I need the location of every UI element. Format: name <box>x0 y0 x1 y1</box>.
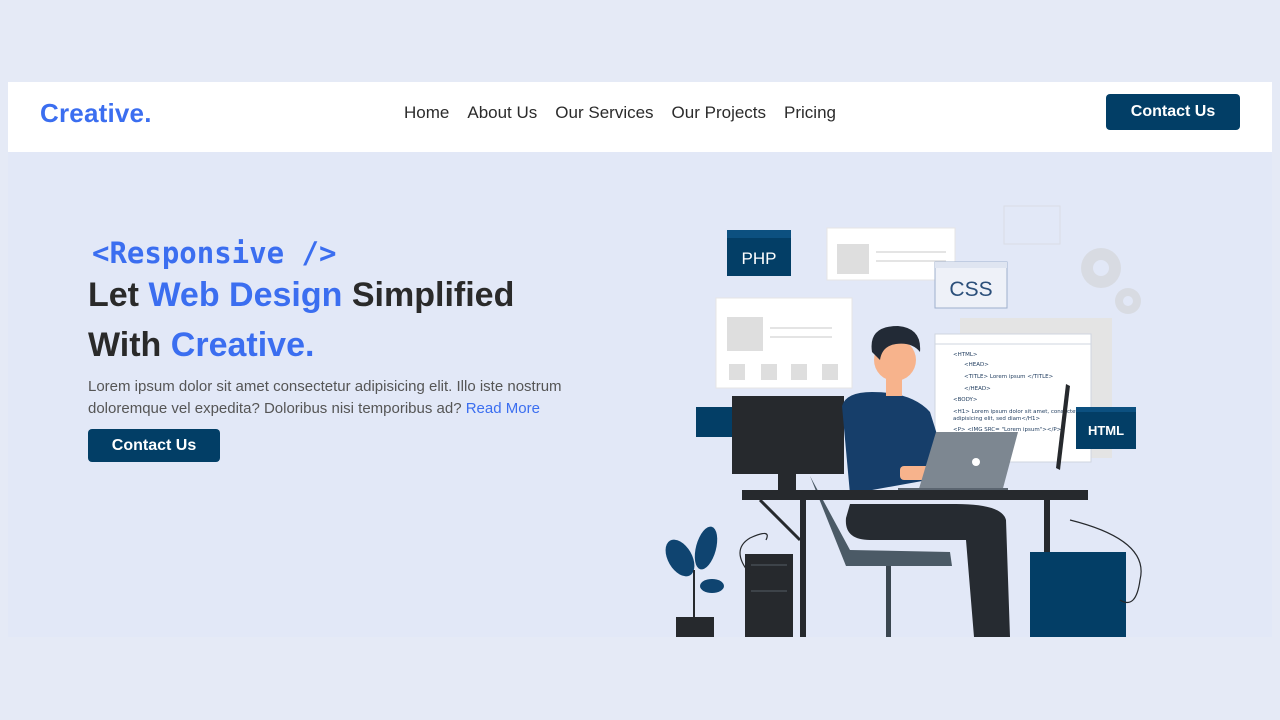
css-badge: CSS <box>934 261 1008 309</box>
html-label: HTML <box>1088 423 1124 438</box>
read-more-link[interactable]: Read More <box>466 400 540 417</box>
code-line: <HEAD> <box>964 362 989 368</box>
code-line: </HEAD> <box>964 386 991 392</box>
brand-logo[interactable]: Creative. <box>40 98 152 129</box>
code-line: <HTML> <box>953 352 978 358</box>
small-window <box>696 407 734 437</box>
code-line: <TITLE> Lorem ipsum </TITLE> <box>964 374 1054 380</box>
monitor <box>732 396 844 492</box>
gear-icon <box>1081 248 1141 314</box>
headline-line1-highlight: Web Design <box>148 276 343 314</box>
hero-contact-button[interactable]: Contact Us <box>88 429 220 462</box>
nav-link-about[interactable]: About Us <box>467 103 537 123</box>
php-badge: PHP <box>727 230 791 276</box>
code-line: adipisicing elit, sed diam</H1> <box>953 416 1041 422</box>
developer-illustration: PHP CSS <HTML> <HEAD> <TITLE> Lorem ipsu… <box>665 205 1142 637</box>
nav-link-home[interactable]: Home <box>404 103 449 123</box>
php-label: PHP <box>742 249 777 268</box>
faint-panel <box>1003 205 1061 245</box>
hero-text: <Responsive /> Let Web Design Simplified… <box>88 236 628 462</box>
nav-link-services[interactable]: Our Services <box>555 103 653 123</box>
hero-description: Lorem ipsum dolor sit amet consectetur a… <box>88 376 608 420</box>
office-chair <box>810 476 952 637</box>
hero-headline: Let Web Design Simplified With Creative. <box>88 270 628 370</box>
pc-tower <box>745 554 793 637</box>
hero-tagline: <Responsive /> <box>92 236 337 270</box>
html-badge: HTML <box>1076 407 1136 449</box>
headline-line1-pre: Let <box>88 276 149 314</box>
headline-line1-post: Simplified <box>342 276 515 314</box>
cabinet <box>1030 552 1126 637</box>
plant <box>665 526 724 637</box>
headline-line2-highlight: Creative. <box>170 326 315 364</box>
wireframe-window-left <box>715 297 853 389</box>
headline-line2-pre: With <box>88 326 171 364</box>
code-line: <BODY> <box>953 397 978 403</box>
css-label: CSS <box>949 278 992 301</box>
